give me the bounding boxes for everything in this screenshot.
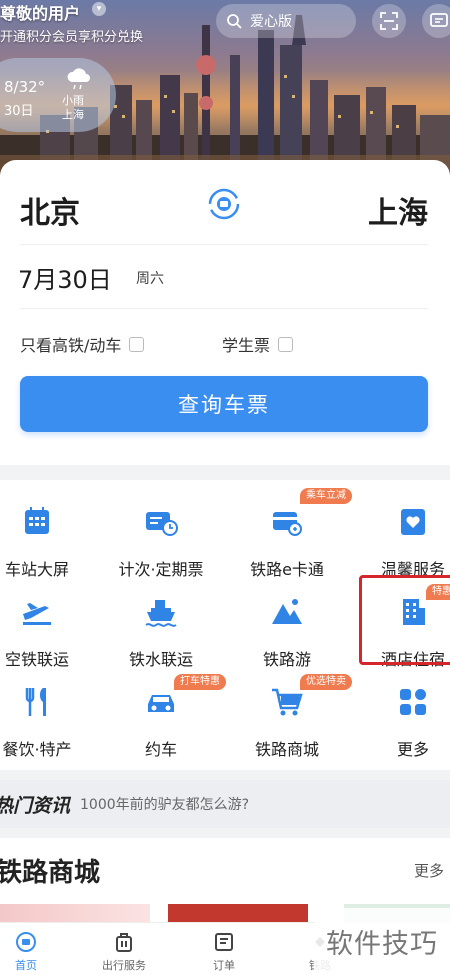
- tab-label: 订单: [213, 959, 235, 972]
- message-icon: [430, 13, 448, 27]
- tab-label: 首页: [15, 959, 37, 972]
- ticket-clock-icon: [146, 512, 178, 536]
- high-speed-only-option[interactable]: 只看高铁/动车: [20, 332, 145, 356]
- station-screen-icon: [25, 507, 49, 534]
- mall-more-link[interactable]: 更多: [414, 860, 444, 881]
- weather-date: 30日: [4, 104, 34, 119]
- promo-tag: 打车特惠: [174, 674, 226, 690]
- service-label: 更多: [396, 740, 429, 759]
- swap-icon: [208, 188, 240, 220]
- divider: [20, 244, 428, 245]
- service-label: 约车: [144, 740, 177, 759]
- service-label: 铁路e卡通: [250, 560, 324, 579]
- ecard-icon: [273, 512, 302, 536]
- hotel-highlight-box: [359, 575, 450, 665]
- query-tickets-button[interactable]: 查询车票: [20, 376, 428, 432]
- member-promo-text[interactable]: 开通积分会员享积分兑换: [0, 26, 143, 45]
- departure-date[interactable]: 7月30日: [18, 260, 112, 295]
- chevron-down-icon[interactable]: ▾: [92, 2, 106, 16]
- high-speed-only-label: 只看高铁/动车: [20, 336, 122, 355]
- scan-button[interactable]: [372, 4, 406, 38]
- rain-cloud-icon: [67, 68, 90, 90]
- service-more[interactable]: 更多: [358, 676, 450, 759]
- service-label: 计次·定期票: [118, 560, 204, 579]
- food-icon: [25, 688, 46, 716]
- plane-train-icon: [23, 603, 51, 625]
- service-label: 空铁联运: [4, 650, 69, 669]
- ship-icon: [145, 600, 177, 627]
- weather-condition: 小雨 上海: [62, 94, 84, 122]
- tab-home[interactable]: 首页: [0, 931, 56, 973]
- search-placeholder: 爱心版: [250, 14, 292, 30]
- service-period-ticket[interactable]: 计次·定期票: [106, 496, 216, 579]
- weather-widget[interactable]: 8/32° 30日 小雨 上海: [0, 58, 116, 132]
- departure-city[interactable]: 北京: [20, 188, 80, 232]
- watermark-text: 软件技巧: [314, 908, 450, 975]
- weather-city: 上海: [62, 108, 84, 121]
- hot-news-bar[interactable]: 热门资讯 1000年前的驴友都怎么游?: [0, 780, 450, 828]
- service-station-screen[interactable]: 车站大屏: [0, 496, 92, 579]
- service-rail-water[interactable]: 铁水联运: [106, 586, 216, 669]
- heart-service-icon: [401, 509, 425, 535]
- mall-title: 铁路商城: [0, 858, 101, 888]
- tab-travel-service[interactable]: 出行服务: [94, 931, 154, 973]
- promo-tag: 优选特卖: [300, 674, 352, 690]
- service-label: 车站大屏: [4, 560, 69, 579]
- greeting-text[interactable]: 尊敬的用户: [0, 0, 80, 24]
- service-food[interactable]: 餐饮·特产: [0, 676, 92, 759]
- promo-tag: 乘车立减: [300, 488, 352, 504]
- message-button[interactable]: [422, 4, 450, 38]
- service-label: 铁路游: [262, 650, 311, 669]
- more-grid-icon: [400, 689, 426, 715]
- service-label: 铁水联运: [128, 650, 193, 669]
- service-label: 铁路商城: [254, 740, 319, 759]
- divider: [20, 308, 428, 309]
- luggage-icon: [116, 933, 132, 952]
- weather-condition-text: 小雨: [62, 94, 84, 107]
- service-air-rail[interactable]: 空铁联运: [0, 586, 92, 669]
- order-icon: [215, 933, 233, 951]
- service-care[interactable]: 温馨服务: [358, 496, 450, 579]
- student-ticket-checkbox[interactable]: [278, 336, 294, 352]
- swap-cities-button[interactable]: [206, 186, 242, 222]
- service-label: 餐饮·特产: [2, 740, 72, 759]
- header-banner: 尊敬的用户 ▾ 开通积分会员享积分兑换 爱心版 8/32° 30日 小雨 上海: [0, 0, 450, 175]
- mountain-icon: [272, 599, 302, 624]
- student-ticket-option[interactable]: 学生票: [222, 332, 294, 356]
- home-rail-icon: [16, 932, 36, 952]
- high-speed-only-checkbox[interactable]: [129, 336, 145, 352]
- service-ecard[interactable]: 铁路e卡通: [232, 496, 342, 579]
- departure-weekday: 周六: [136, 271, 164, 287]
- ticket-search-card: 北京 上海 7月30日 周六 只看高铁/动车 学生票 查询车票: [0, 160, 450, 465]
- search-icon: [227, 14, 242, 29]
- news-headline[interactable]: 1000年前的驴友都怎么游?: [80, 794, 249, 814]
- service-rail-tour[interactable]: 铁路游: [232, 586, 342, 669]
- student-ticket-label: 学生票: [222, 336, 271, 355]
- tab-orders[interactable]: 订单: [194, 931, 254, 973]
- weather-temp: 8/32°: [4, 78, 46, 96]
- tab-label: 出行服务: [102, 959, 146, 972]
- scan-icon: [380, 12, 398, 30]
- news-title: 热门资讯: [0, 794, 71, 817]
- search-input[interactable]: 爱心版: [216, 4, 356, 38]
- arrival-city[interactable]: 上海: [368, 188, 428, 232]
